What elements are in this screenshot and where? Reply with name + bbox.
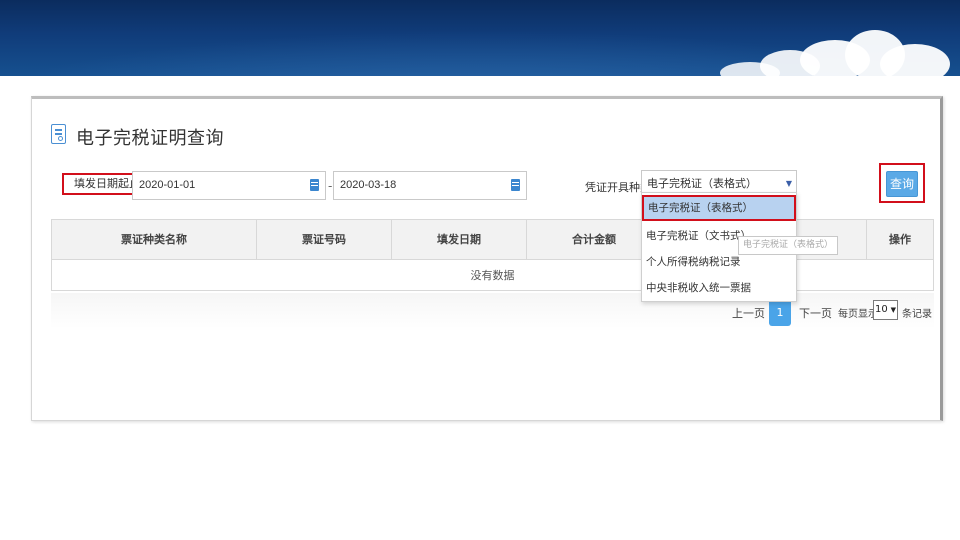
date-to-input[interactable]: 2020-03-18 <box>333 171 527 200</box>
date-from-value: 2020-01-01 <box>139 179 196 191</box>
page-size-value: 10 <box>875 304 888 315</box>
dropdown-option[interactable]: 中央非税收入统一票据 <box>642 275 796 301</box>
page-title: 电子完税证明查询 <box>76 128 224 149</box>
current-page-button[interactable]: 1 <box>769 299 791 326</box>
chevron-down-icon: ▼ <box>890 306 896 314</box>
per-page-label: 每页显示 <box>838 309 878 320</box>
next-page-link[interactable]: 下一页 <box>799 305 832 321</box>
column-header: 票证种类名称 <box>52 220 257 260</box>
empty-message: 没有数据 <box>470 269 515 282</box>
date-from-input[interactable]: 2020-01-01 <box>132 171 326 200</box>
voucher-type-value: 电子完税证（表格式） <box>647 177 757 190</box>
query-button[interactable]: 查询 <box>886 171 918 197</box>
results-table: 票证种类名称 票证号码 填发日期 合计金额 操作 没有数据 <box>51 219 934 291</box>
cloud-decoration <box>880 44 950 76</box>
query-panel: 电子完税证明查询 填发日期起止： 2020-01-01 - 2020-03-18… <box>31 96 943 421</box>
date-to-value: 2020-03-18 <box>340 179 397 191</box>
dropdown-option[interactable]: 电子完税证（表格式） <box>642 195 796 221</box>
calendar-icon[interactable] <box>511 179 520 191</box>
records-label: 条记录 <box>902 309 932 320</box>
document-icon <box>51 124 66 144</box>
column-header: 操作 <box>889 233 911 246</box>
calendar-icon[interactable] <box>310 179 319 191</box>
date-separator: - <box>328 179 333 193</box>
option-tooltip: 电子完税证（表格式） <box>738 236 839 255</box>
top-banner <box>0 0 960 76</box>
page-size-select[interactable]: 10 ▼ <box>873 300 898 320</box>
column-header: 票证号码 <box>257 220 392 260</box>
column-header: 填发日期 <box>392 220 527 260</box>
prev-page-link[interactable]: 上一页 <box>732 305 765 321</box>
query-button-highlight: 查询 <box>879 163 925 203</box>
